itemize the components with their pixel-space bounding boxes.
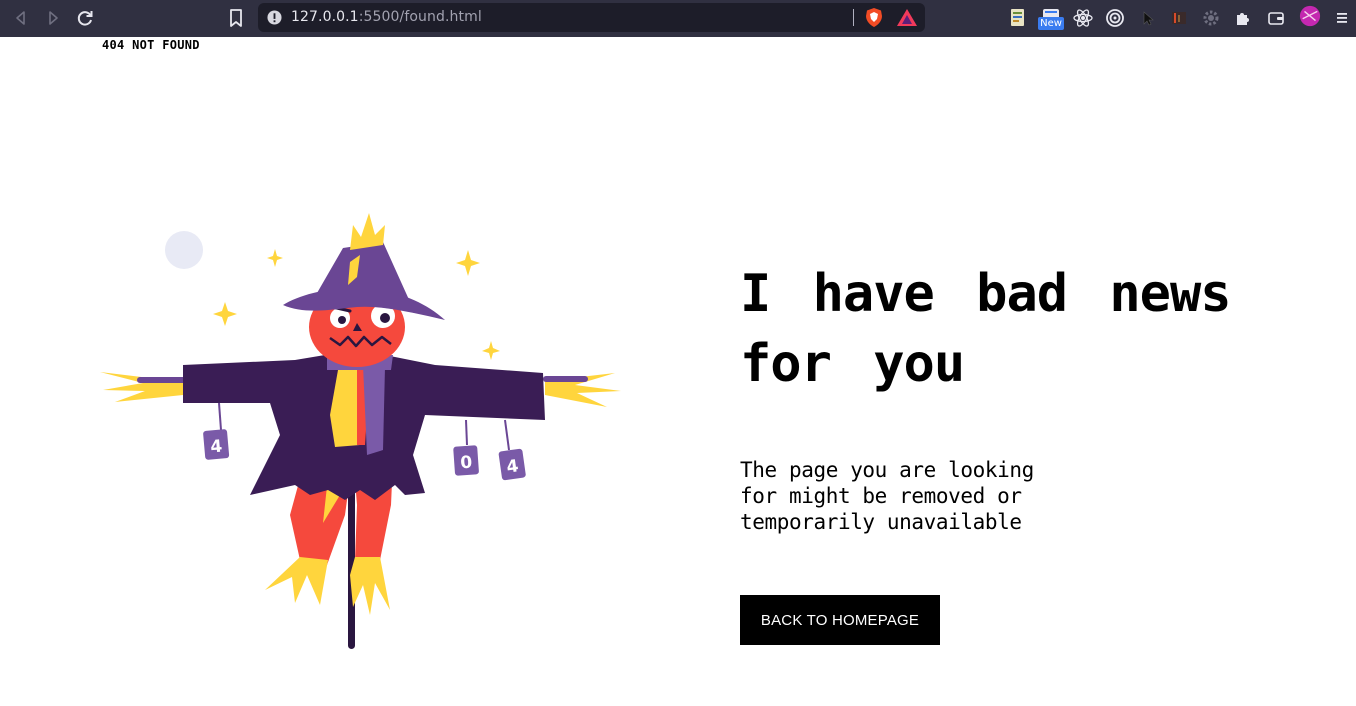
extension-notes[interactable] xyxy=(1007,7,1029,29)
url-host: 127.0.0.1 xyxy=(291,9,359,25)
reload-button[interactable] xyxy=(73,6,97,30)
brave-shield-icon[interactable] xyxy=(864,7,884,28)
headline: I have bad news for you xyxy=(740,264,1232,394)
can-label-2: 0 xyxy=(460,453,473,474)
cursor-icon xyxy=(1143,11,1154,26)
extensions-icon xyxy=(1237,13,1249,25)
url-path: :5500/found.html xyxy=(358,9,482,25)
wallet-button[interactable] xyxy=(1265,7,1287,29)
back-to-homepage-button[interactable]: BACK TO HOMEPAGE xyxy=(740,595,940,645)
browser-toolbar: 127.0.0.1:5500/found.html New I xyxy=(0,0,1356,37)
text-tool-icon: I xyxy=(1172,12,1186,25)
brave-rewards-icon[interactable] xyxy=(896,8,918,27)
back-button[interactable] xyxy=(9,6,33,30)
address-bar[interactable]: 127.0.0.1:5500/found.html xyxy=(258,3,925,32)
notes-extension-icon xyxy=(1011,9,1024,26)
menu-button[interactable] xyxy=(1332,7,1354,29)
site-info-icon[interactable] xyxy=(267,10,282,25)
back-icon xyxy=(16,11,25,25)
extension-cursor[interactable] xyxy=(1136,7,1158,29)
wallet-icon xyxy=(1268,12,1284,25)
extensions-button[interactable] xyxy=(1232,7,1254,29)
reload-icon xyxy=(77,11,93,26)
url-divider xyxy=(853,9,854,26)
moon-shape xyxy=(165,231,203,269)
hat-straw xyxy=(350,213,385,250)
bookmark-button[interactable] xyxy=(226,7,246,29)
error-message: The page you are looking for might be re… xyxy=(740,458,1034,534)
can-label-1: 4 xyxy=(210,436,224,457)
foot-straw xyxy=(265,557,390,615)
forward-icon xyxy=(49,11,58,25)
bookmark-icon xyxy=(230,9,242,27)
extension-target[interactable] xyxy=(1104,7,1126,29)
url-text[interactable]: 127.0.0.1:5500/found.html xyxy=(291,9,482,25)
extension-settings[interactable] xyxy=(1200,7,1222,29)
profile-avatar xyxy=(1299,5,1321,27)
site-logo-text: 404 NOT FOUND xyxy=(102,38,200,52)
gear-icon xyxy=(1203,10,1219,26)
target-icon xyxy=(1106,9,1124,27)
react-icon xyxy=(1073,9,1093,27)
new-badge: New xyxy=(1038,17,1064,30)
menu-icon xyxy=(1337,13,1347,23)
scarecrow-illustration: 4 0 4 xyxy=(100,213,621,649)
forward-button[interactable] xyxy=(41,6,65,30)
extension-react-devtools[interactable] xyxy=(1072,7,1094,29)
svg-text:I: I xyxy=(1178,14,1181,25)
extension-text-tool[interactable]: I xyxy=(1168,7,1190,29)
profile-button[interactable] xyxy=(1299,5,1323,29)
